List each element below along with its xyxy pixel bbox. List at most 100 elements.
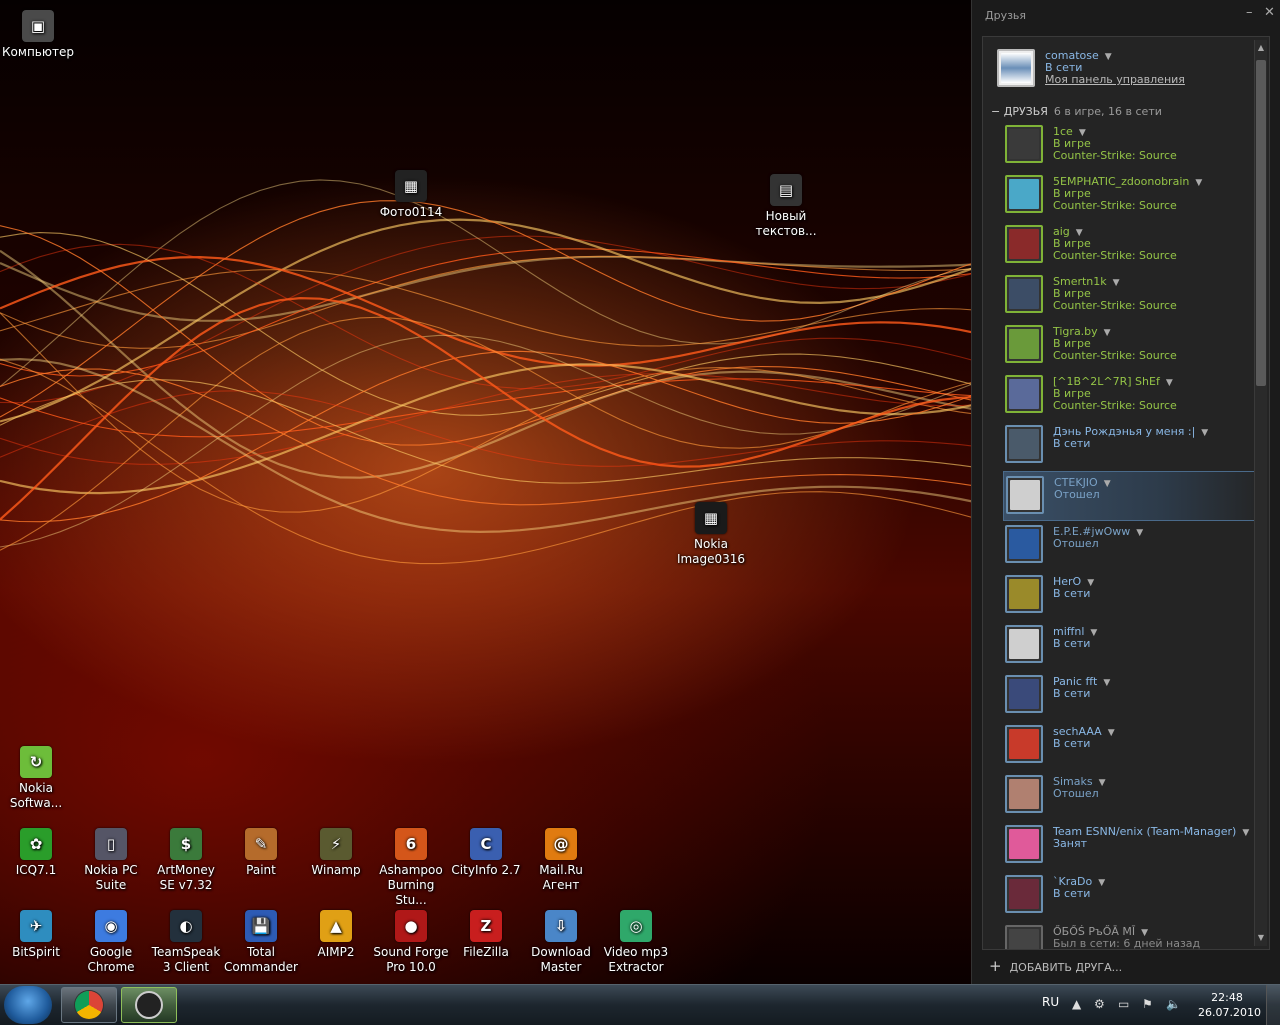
friends-count: 6 в игре, 16 в сети <box>1053 105 1162 118</box>
my-avatar[interactable] <box>997 49 1035 87</box>
desktop-icon[interactable]: ▲ AIMP2 <box>298 910 374 960</box>
chevron-down-icon[interactable]: ▼ <box>1242 828 1249 838</box>
friends-group-header[interactable]: − ДРУЗЬЯ 6 в игре, 16 в сети <box>991 105 1162 118</box>
desktop-icon-label: Sound Forge Pro 10.0 <box>373 945 449 974</box>
desktop-icon[interactable]: ◐ TeamSpeak 3 Client <box>148 910 224 975</box>
friend-game: Counter-Strike: Source <box>1053 299 1177 312</box>
desktop-icon[interactable]: C CityInfo 2.7 <box>448 828 524 878</box>
desktop-icon[interactable]: Z FileZilla <box>448 910 524 960</box>
tray-expand-icon[interactable]: ▲ <box>1072 997 1081 1011</box>
friend-item[interactable]: ŐБŐŚ РъŐĀ МĪ ▼ Был в сети: 6 дней назад <box>1003 921 1265 949</box>
network-icon[interactable]: ▭ <box>1118 997 1129 1011</box>
clock[interactable]: 22:48 26.07.2010 <box>1198 990 1261 1020</box>
friend-item[interactable]: Team ESNN/enix (Team-Manager) ▼ Занят <box>1003 821 1265 869</box>
chevron-down-icon[interactable]: ▼ <box>1113 278 1120 288</box>
desktop-icon[interactable]: ● Sound Forge Pro 10.0 <box>373 910 449 975</box>
desktop-icon[interactable]: ✈ BitSpirit <box>0 910 74 960</box>
minimize-icon[interactable]: – <box>1246 5 1253 20</box>
wave-line <box>0 368 980 506</box>
friend-avatar[interactable] <box>1005 725 1043 763</box>
scroll-up-icon[interactable]: ▲ <box>1255 42 1267 54</box>
friend-avatar[interactable] <box>1005 125 1043 163</box>
desktop-icon-label: Mail.Ru Агент <box>539 863 583 892</box>
desktop-icon[interactable]: ◉ Google Chrome <box>73 910 149 975</box>
friend-avatar[interactable] <box>1005 825 1043 863</box>
friend-item[interactable]: Simaks ▼ Отошел <box>1003 771 1265 819</box>
chevron-down-icon[interactable]: ▼ <box>1201 428 1208 438</box>
app-icon: 💾 <box>245 910 277 942</box>
desktop-icon[interactable]: ▦ Фото0114 <box>373 170 449 220</box>
desktop-icon[interactable]: ▦ Nokia Image0316 <box>673 502 749 567</box>
desktop-icon-label: Video mp3 Extractor <box>603 945 669 974</box>
desktop-icon[interactable]: ⚡ Winamp <box>298 828 374 878</box>
friend-avatar[interactable] <box>1005 775 1043 813</box>
friend-item[interactable]: Tigra.by ▼ В игре Counter-Strike: Source <box>1003 321 1265 369</box>
close-icon[interactable]: ✕ <box>1264 5 1275 20</box>
friend-avatar[interactable] <box>1005 175 1043 213</box>
language-indicator[interactable]: RU <box>1042 995 1059 1009</box>
show-desktop-button[interactable] <box>1266 985 1280 1025</box>
add-friend-button[interactable]: + ДОБАВИТЬ ДРУГА... <box>989 957 1122 975</box>
chevron-down-icon[interactable]: ▼ <box>1104 328 1111 338</box>
friend-avatar[interactable] <box>1005 875 1043 913</box>
friend-item[interactable]: Panic fft ▼ В сети <box>1003 671 1265 719</box>
friend-avatar[interactable] <box>1005 675 1043 713</box>
friend-item[interactable]: HerO ▼ В сети <box>1003 571 1265 619</box>
friend-item[interactable]: `KraDo ▼ В сети <box>1003 871 1265 919</box>
friend-avatar[interactable] <box>1005 275 1043 313</box>
chevron-down-icon[interactable]: ▼ <box>1108 728 1115 738</box>
volume-icon[interactable]: 🔈 <box>1166 997 1181 1011</box>
chevron-down-icon[interactable]: ▼ <box>1098 878 1105 888</box>
scroll-down-icon[interactable]: ▼ <box>1255 932 1267 944</box>
desktop-icon[interactable]: ▯ Nokia PC Suite <box>73 828 149 893</box>
friend-item[interactable]: CTEKJIO ▼ Отошел <box>1003 471 1267 521</box>
desktop-icon[interactable]: ⇩ Download Master <box>523 910 599 975</box>
friend-item[interactable]: Smertn1k ▼ В игре Counter-Strike: Source <box>1003 271 1265 319</box>
friend-avatar[interactable] <box>1005 575 1043 613</box>
friends-scrollbar[interactable]: ▲ ▼ <box>1254 40 1267 946</box>
friend-item[interactable]: E.P.E.#jwOww ▼ Отошел <box>1003 521 1265 569</box>
desktop-icon[interactable]: 6 Ashampoo Burning Stu... <box>373 828 449 908</box>
friend-item[interactable]: sechAAA ▼ В сети <box>1003 721 1265 769</box>
friend-avatar[interactable] <box>1005 925 1043 949</box>
friend-avatar[interactable] <box>1006 476 1044 514</box>
desktop-icon-label: Winamp <box>311 863 361 877</box>
chevron-down-icon[interactable]: ▼ <box>1103 678 1110 688</box>
friend-item[interactable]: 1ce ▼ В игре Counter-Strike: Source <box>1003 121 1265 169</box>
desktop-icon[interactable]: ◎ Video mp3 Extractor <box>598 910 674 975</box>
chevron-down-icon[interactable]: ▼ <box>1090 628 1097 638</box>
friend-item[interactable]: Дэнь Рождэнья у меня :| ▼ В сети <box>1003 421 1265 469</box>
desktop-icon[interactable]: ↻ Nokia Softwa... <box>0 746 74 811</box>
steam-tray-icon[interactable]: ⚙ <box>1094 997 1105 1011</box>
desktop-icon[interactable]: ✎ Paint <box>223 828 299 878</box>
friend-avatar[interactable] <box>1005 525 1043 563</box>
friend-avatar[interactable] <box>1005 325 1043 363</box>
friend-item[interactable]: [^1B^2L^7R] ShEf ▼ В игре Counter-Strike: S… <box>1003 371 1265 419</box>
chevron-down-icon[interactable]: ▼ <box>1166 378 1173 388</box>
friend-avatar[interactable] <box>1005 225 1043 263</box>
chevron-down-icon[interactable]: ▼ <box>1099 778 1106 788</box>
desktop-icon[interactable]: @ Mail.Ru Агент <box>523 828 599 893</box>
friend-avatar[interactable] <box>1005 625 1043 663</box>
chevron-down-icon[interactable]: ▼ <box>1104 479 1111 489</box>
chevron-down-icon[interactable]: ▼ <box>1136 528 1143 538</box>
start-button[interactable] <box>4 986 52 1024</box>
taskbar-chrome[interactable] <box>61 987 117 1023</box>
desktop-icon[interactable]: ▤ Новый текстов... <box>748 174 824 239</box>
action-center-icon[interactable]: ⚑ <box>1142 997 1153 1011</box>
desktop-icon[interactable]: $ ArtMoney SE v7.32 <box>148 828 224 893</box>
friend-item[interactable]: miffnl ▼ В сети <box>1003 621 1265 669</box>
desktop-icon[interactable]: 💾 Total Commander <box>223 910 299 975</box>
friend-avatar[interactable] <box>1005 425 1043 463</box>
friend-item[interactable]: 5EMPHATIC_zdoonobrain ▼ В игре Counter-Stri… <box>1003 171 1265 219</box>
control-panel-link[interactable]: Моя панель управления <box>1045 73 1185 86</box>
taskbar-counter-strike[interactable] <box>121 987 177 1023</box>
chevron-down-icon[interactable]: ▼ <box>1195 178 1202 188</box>
friend-avatar[interactable] <box>1005 375 1043 413</box>
chevron-down-icon[interactable]: ▼ <box>1105 52 1112 62</box>
friend-item[interactable]: aig ▼ В игре Counter-Strike: Source <box>1003 221 1265 269</box>
collapse-icon[interactable]: − <box>991 105 1000 118</box>
scroll-thumb[interactable] <box>1256 60 1266 386</box>
desktop-icon[interactable]: ✿ ICQ7.1 <box>0 828 74 878</box>
desktop-icon[interactable]: ▣ Компьютер <box>0 10 76 60</box>
